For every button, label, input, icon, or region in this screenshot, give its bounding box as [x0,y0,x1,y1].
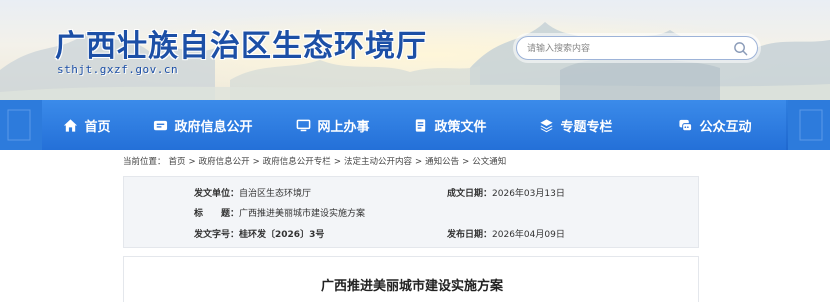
search-box [516,36,758,60]
nav-item-public-interaction[interactable]: 公众互动 [644,100,786,150]
meta-title-row: 标 题：广西推进美丽城市建设实施方案 [194,206,365,222]
breadcrumb-item-notices[interactable]: 通知公告 [425,155,459,169]
meta-published-date-label: 发布日期： [447,230,493,240]
breadcrumb-separator: > [188,157,196,167]
site-domain: sthjt.gxzf.gov.cn [57,63,179,76]
breadcrumb-separator: > [462,157,470,167]
meta-issuer-value: 自治区生态环境厅 [239,189,312,199]
nav-left-ornament [0,100,42,150]
nav-item-label: 首页 [84,119,111,135]
nav-bar: 首页 政府信息公开 网上办事 政策文件 专题专栏 公众互动 [42,100,786,150]
breadcrumb-item-home[interactable]: 首页 [169,155,186,169]
breadcrumb-separator: > [414,157,423,167]
breadcrumb-prefix: 当前位置： [123,157,166,167]
monitor-icon [297,119,311,131]
nav-item-special-topics[interactable]: 专题专栏 [508,100,644,150]
breadcrumb-separator: > [252,157,260,167]
nav-item-label: 专题专栏 [560,119,613,135]
meta-title-label: 标 题： [194,209,240,219]
nav-item-label: 网上办事 [317,119,370,135]
breadcrumb-item-disclosure-column[interactable]: 政府信息公开专栏 [263,155,331,169]
site-header: 广西壮族自治区生态环境厅 sthjt.gxzf.gov.cn [0,0,830,100]
home-icon [64,118,78,132]
document-metadata-panel: 发文单位：自治区生态环境厅 成文日期：2026年03月13日 标 题：广西推进美… [123,176,699,248]
breadcrumb-separator: > [333,157,341,167]
search-input[interactable] [527,40,727,57]
main-nav: 首页 政府信息公开 网上办事 政策文件 专题专栏 公众互动 [0,100,830,150]
meta-published-date-value: 2026年04月09日 [492,230,565,240]
document-icon [416,118,426,132]
nav-item-label: 公众互动 [699,119,752,135]
meta-created-date-label: 成文日期： [447,189,493,199]
meta-doc-number-value: 桂环发〔2026〕3号 [239,230,325,240]
nav-item-online-services[interactable]: 网上办事 [274,100,392,150]
breadcrumb-item-official-notices[interactable]: 公文通知 [472,155,506,169]
article-content: 广西推进美丽城市建设实施方案 [123,256,699,302]
info-disclosure-icon [154,120,168,130]
meta-created-date-row: 成文日期：2026年03月13日 [447,186,565,202]
breadcrumb-item-info-disclosure[interactable]: 政府信息公开 [199,155,250,169]
meta-title-value: 广西推进美丽城市建设实施方案 [239,209,366,219]
nav-item-label: 政府信息公开 [174,119,253,135]
nav-item-info-disclosure[interactable]: 政府信息公开 [132,100,274,150]
nav-item-policy-documents[interactable]: 政策文件 [392,100,508,150]
meta-issuer-label: 发文单位： [194,189,240,199]
meta-published-date-row: 发布日期：2026年04月09日 [447,227,565,243]
chat-icon [679,119,693,131]
meta-doc-number-row: 发文字号：桂环发〔2026〕3号 [194,227,324,243]
article-title: 广西推进美丽城市建设实施方案 [320,279,503,294]
layers-icon [540,118,554,132]
search-icon[interactable] [733,41,748,56]
meta-issuer-row: 发文单位：自治区生态环境厅 [194,186,311,202]
nav-item-label: 政策文件 [434,119,487,135]
breadcrumb: 当前位置： 首页 > 政府信息公开 > 政府信息公开专栏 > 法定主动公开内容 … [123,155,506,169]
site-title: 广西壮族自治区生态环境厅 [55,29,427,64]
meta-created-date-value: 2026年03月13日 [492,189,565,199]
meta-doc-number-label: 发文字号： [194,230,240,240]
nav-item-home[interactable]: 首页 [42,100,132,150]
nav-right-ornament [788,100,830,150]
breadcrumb-item-statutory-content[interactable]: 法定主动公开内容 [344,155,412,169]
